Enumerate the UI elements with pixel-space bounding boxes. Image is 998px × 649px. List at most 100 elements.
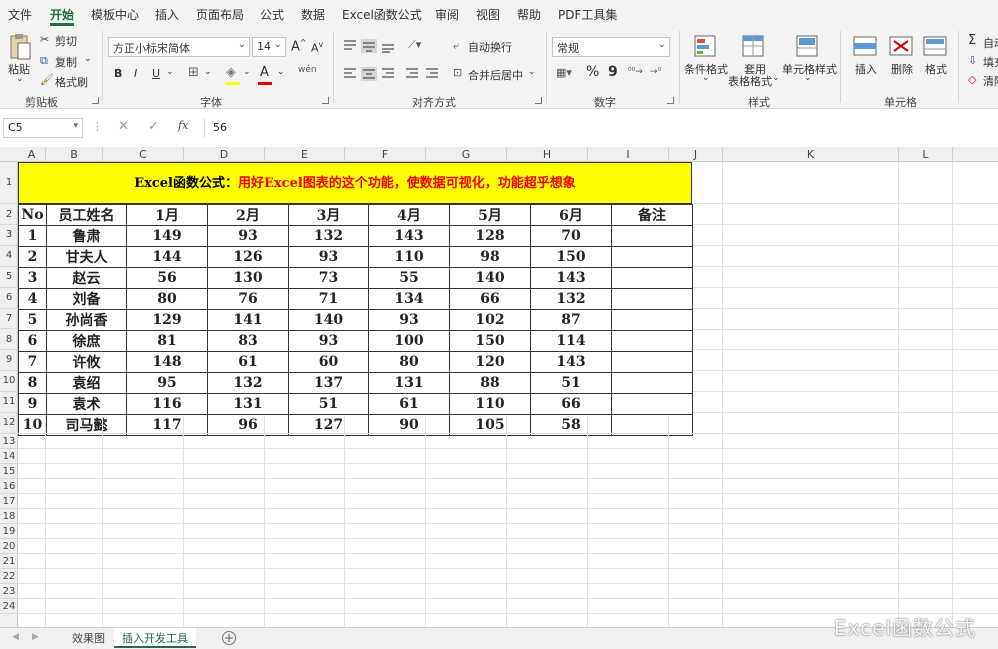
column-header[interactable]: H	[507, 147, 588, 162]
tab-template-center[interactable]: 模板中心	[91, 6, 139, 23]
table-cell[interactable]: 102	[449, 309, 531, 331]
cut-button[interactable]: 剪切	[55, 33, 77, 49]
table-cell[interactable]: 143	[368, 225, 450, 247]
table-cell[interactable]: 148	[126, 351, 208, 373]
table-cell[interactable]: 129	[126, 309, 208, 331]
cut-icon[interactable]: ✂	[40, 33, 49, 46]
table-cell[interactable]: 132	[207, 372, 289, 394]
column-header[interactable]: B	[46, 147, 103, 162]
table-cell[interactable]: 5	[18, 309, 47, 331]
vertical-align-icons[interactable]	[342, 39, 402, 53]
table-cell[interactable]: 76	[207, 288, 289, 310]
table-header-cell[interactable]: 4月	[368, 204, 450, 226]
row-header[interactable]: 18	[0, 509, 18, 524]
increase-decimal-icon[interactable]: ⁰⁰→	[628, 67, 643, 77]
employee-name-cell[interactable]: 孙尚香	[46, 309, 127, 331]
next-sheet-icon[interactable]: ▶	[32, 632, 39, 642]
table-cell[interactable]: 114	[530, 330, 612, 352]
table-cell[interactable]: 93	[288, 246, 369, 268]
format-as-table-line2[interactable]: 表格格式	[728, 73, 772, 89]
row-header[interactable]: 11	[0, 392, 18, 414]
autosum-button[interactable]: 自动	[983, 35, 998, 51]
table-cell[interactable]: 2	[18, 246, 47, 268]
column-header[interactable]: I	[588, 147, 669, 162]
row-header[interactable]: 13	[0, 434, 18, 449]
table-cell[interactable]: 51	[530, 372, 612, 394]
decrease-decimal-icon[interactable]: →⁰	[650, 67, 661, 77]
table-cell[interactable]: 100	[368, 330, 450, 352]
tab-excel-functions[interactable]: Excel函数公式	[342, 6, 422, 23]
font-size-select[interactable]: 14 ⌄	[252, 37, 286, 57]
table-cell[interactable]	[611, 351, 693, 373]
table-header-cell[interactable]: 1月	[126, 204, 208, 226]
format-painter-icon[interactable]: 🖌	[40, 73, 54, 86]
table-cell[interactable]: 93	[207, 225, 289, 247]
table-cell[interactable]: 55	[368, 267, 450, 289]
column-header[interactable]: F	[345, 147, 426, 162]
tab-pdf-tools[interactable]: PDF工具集	[558, 6, 617, 23]
wrap-text-icon[interactable]: ⤶	[453, 39, 459, 53]
table-cell[interactable]: 6	[18, 330, 47, 352]
insert-cells-button[interactable]: 插入	[855, 61, 877, 77]
insert-function-icon[interactable]: fx	[178, 119, 188, 132]
merge-center-button[interactable]: 合并后居中	[468, 67, 523, 83]
table-cell[interactable]: 87	[530, 309, 612, 331]
row-header[interactable]: 6	[0, 288, 18, 309]
table-cell[interactable]: 88	[449, 372, 531, 394]
tab-view[interactable]: 视图	[476, 6, 500, 23]
accounting-icon[interactable]: ▦▾	[556, 66, 572, 79]
column-header[interactable]: G	[426, 147, 507, 162]
table-cell[interactable]: 81	[126, 330, 208, 352]
tab-data[interactable]: 数据	[301, 6, 325, 23]
row-header[interactable]: 15	[0, 464, 18, 479]
employee-name-cell[interactable]: 袁绍	[46, 372, 127, 394]
table-cell[interactable]: 150	[449, 330, 531, 352]
employee-name-cell[interactable]: 鲁肃	[46, 225, 127, 247]
border-icon[interactable]: ⊞	[188, 65, 199, 80]
table-cell[interactable]: 140	[449, 267, 531, 289]
row-header[interactable]: 23	[0, 584, 18, 599]
column-header[interactable]: A	[18, 147, 46, 162]
chevron-down-icon[interactable]: ⌄	[702, 73, 710, 83]
table-cell[interactable]: 132	[288, 225, 369, 247]
underline-icon[interactable]: U	[152, 67, 160, 80]
table-cell[interactable]: 140	[288, 309, 369, 331]
table-cell[interactable]	[611, 309, 693, 331]
table-cell[interactable]: 8	[18, 372, 47, 394]
table-cell[interactable]	[611, 372, 693, 394]
table-cell[interactable]	[611, 225, 693, 247]
conditional-format-icon[interactable]	[693, 34, 717, 58]
fill-button[interactable]: 填充	[983, 54, 998, 70]
employee-name-cell[interactable]: 袁术	[46, 393, 127, 415]
table-cell[interactable]: 128	[449, 225, 531, 247]
merge-center-icon[interactable]: ⊡	[453, 66, 462, 79]
table-header-cell[interactable]: 员工姓名	[46, 204, 127, 226]
employee-name-cell[interactable]: 许攸	[46, 351, 127, 373]
tab-help[interactable]: 帮助	[517, 6, 541, 23]
merge-dropdown-icon[interactable]: ⌄	[528, 67, 536, 77]
format-cells-button[interactable]: 格式	[925, 61, 947, 77]
sheet-tab-insert-dev-tools[interactable]: 插入开发工具	[114, 628, 196, 648]
column-header[interactable]: K	[723, 147, 899, 162]
row-header[interactable]: 1	[0, 162, 18, 204]
percent-icon[interactable]: %	[586, 64, 599, 80]
row-header[interactable]: 17	[0, 494, 18, 509]
delete-cells-icon[interactable]	[888, 35, 914, 57]
horizontal-align-icons[interactable]	[342, 67, 442, 81]
row-header[interactable]: 24	[0, 599, 18, 614]
row-header[interactable]: 14	[0, 449, 18, 464]
format-cells-icon[interactable]	[922, 35, 948, 57]
row-header[interactable]: 5	[0, 267, 18, 288]
wrap-text-button[interactable]: 自动换行	[468, 39, 512, 55]
sheet-tab-effect[interactable]: 效果图	[64, 628, 113, 648]
tab-file[interactable]: 文件	[8, 6, 32, 23]
employee-name-cell[interactable]: 甘夫人	[46, 246, 127, 268]
table-cell[interactable]: 143	[530, 351, 612, 373]
decrease-font-icon[interactable]: Av	[311, 40, 323, 55]
number-format-select[interactable]: 常规 ⌄	[552, 37, 670, 57]
row-header[interactable]: 4	[0, 246, 18, 267]
delete-cells-button[interactable]: 删除	[891, 61, 913, 77]
border-dropdown-icon[interactable]: ⌄	[204, 67, 212, 77]
table-cell[interactable]: 71	[288, 288, 369, 310]
column-header[interactable]: C	[103, 147, 184, 162]
